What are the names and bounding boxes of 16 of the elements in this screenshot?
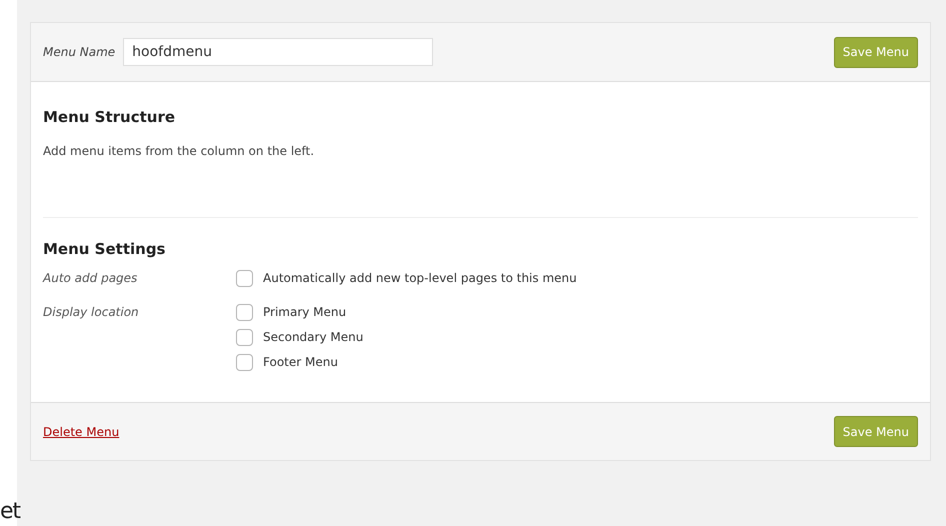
hint-text: Add menu items from the column on the left. [43, 142, 316, 160]
checkbox[interactable] [236, 354, 253, 370]
section-heading: Menu Structure [43, 107, 176, 128]
section-heading: Menu Settings [43, 238, 166, 260]
menu-name-label: Menu Name [43, 44, 116, 61]
checkbox-label: Automatically add new top-level pages to this menu [263, 270, 577, 287]
menu-name-field[interactable]: hoofdmenu [123, 38, 434, 66]
checkbox-label: Secondary Menu [263, 329, 364, 346]
checkbox[interactable] [236, 304, 253, 320]
checkbox[interactable] [236, 328, 253, 346]
delete-menu-link[interactable]: Delete Menu [43, 422, 120, 440]
checkbox-label: Primary Menu [263, 304, 346, 321]
checkbox[interactable] [236, 270, 253, 286]
checkbox-label: Footer Menu [263, 354, 338, 371]
setting-label: Display location [43, 304, 140, 321]
setting-label: Auto add pages [43, 270, 138, 287]
